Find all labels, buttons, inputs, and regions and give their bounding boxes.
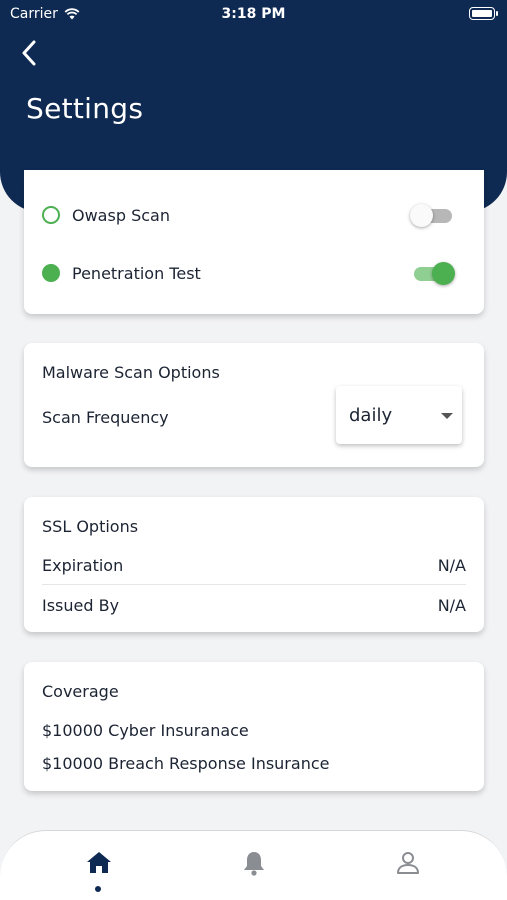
ssl-options-card: SSL Options Expiration N/A Issued By N/A: [24, 497, 484, 632]
malware-options-card: Malware Scan Options Scan Frequency dail…: [24, 343, 484, 467]
scan-frequency-label: Scan Frequency: [42, 408, 169, 427]
coverage-card: Coverage $10000 Cyber Insuranace $10000 …: [24, 662, 484, 791]
owasp-status-indicator: [42, 206, 60, 224]
malware-card-title: Malware Scan Options: [42, 363, 220, 382]
battery-nub: [496, 11, 498, 16]
issued-by-label: Issued By: [42, 596, 120, 615]
tab-home[interactable]: [79, 849, 119, 892]
expiration-label: Expiration: [42, 556, 124, 575]
status-bar: Carrier 3:18 PM: [0, 0, 507, 28]
scan-frequency-value: daily: [349, 405, 393, 426]
divider: [42, 584, 466, 585]
ssl-card-title: SSL Options: [42, 517, 139, 536]
penetration-status-indicator: [42, 264, 60, 282]
tab-notifications[interactable]: [234, 849, 274, 889]
penetration-test-label: Penetration Test: [72, 263, 201, 283]
chevron-left-icon: [22, 40, 36, 66]
status-time: 3:18 PM: [221, 6, 286, 22]
active-tab-indicator: [95, 886, 101, 892]
scan-frequency-select[interactable]: daily: [336, 386, 462, 444]
bell-icon: [244, 852, 264, 876]
owasp-scan-label: Owasp Scan: [72, 205, 170, 225]
tab-profile[interactable]: [388, 849, 428, 889]
user-icon: [397, 852, 419, 874]
battery-icon: [469, 7, 495, 20]
toggle-knob: [410, 204, 433, 227]
issued-by-value: N/A: [437, 596, 466, 615]
bottom-tab-bar: [0, 830, 507, 900]
toggle-knob: [432, 262, 455, 285]
owasp-scan-toggle[interactable]: [410, 203, 456, 227]
coverage-item: $10000 Cyber Insuranace: [42, 721, 249, 740]
penetration-test-toggle[interactable]: [410, 261, 456, 285]
coverage-item: $10000 Breach Response Insurance: [42, 754, 330, 773]
page-title: Settings: [26, 92, 144, 125]
expiration-value: N/A: [437, 556, 466, 575]
scan-toggles-card: Owasp Scan Penetration Test: [24, 170, 484, 314]
caret-down-icon: [441, 413, 453, 419]
scan-row-owasp: Owasp Scan: [42, 200, 456, 230]
coverage-card-title: Coverage: [42, 682, 119, 701]
back-button[interactable]: [14, 36, 44, 70]
home-icon: [87, 852, 111, 873]
scan-row-penetration: Penetration Test: [42, 258, 456, 288]
